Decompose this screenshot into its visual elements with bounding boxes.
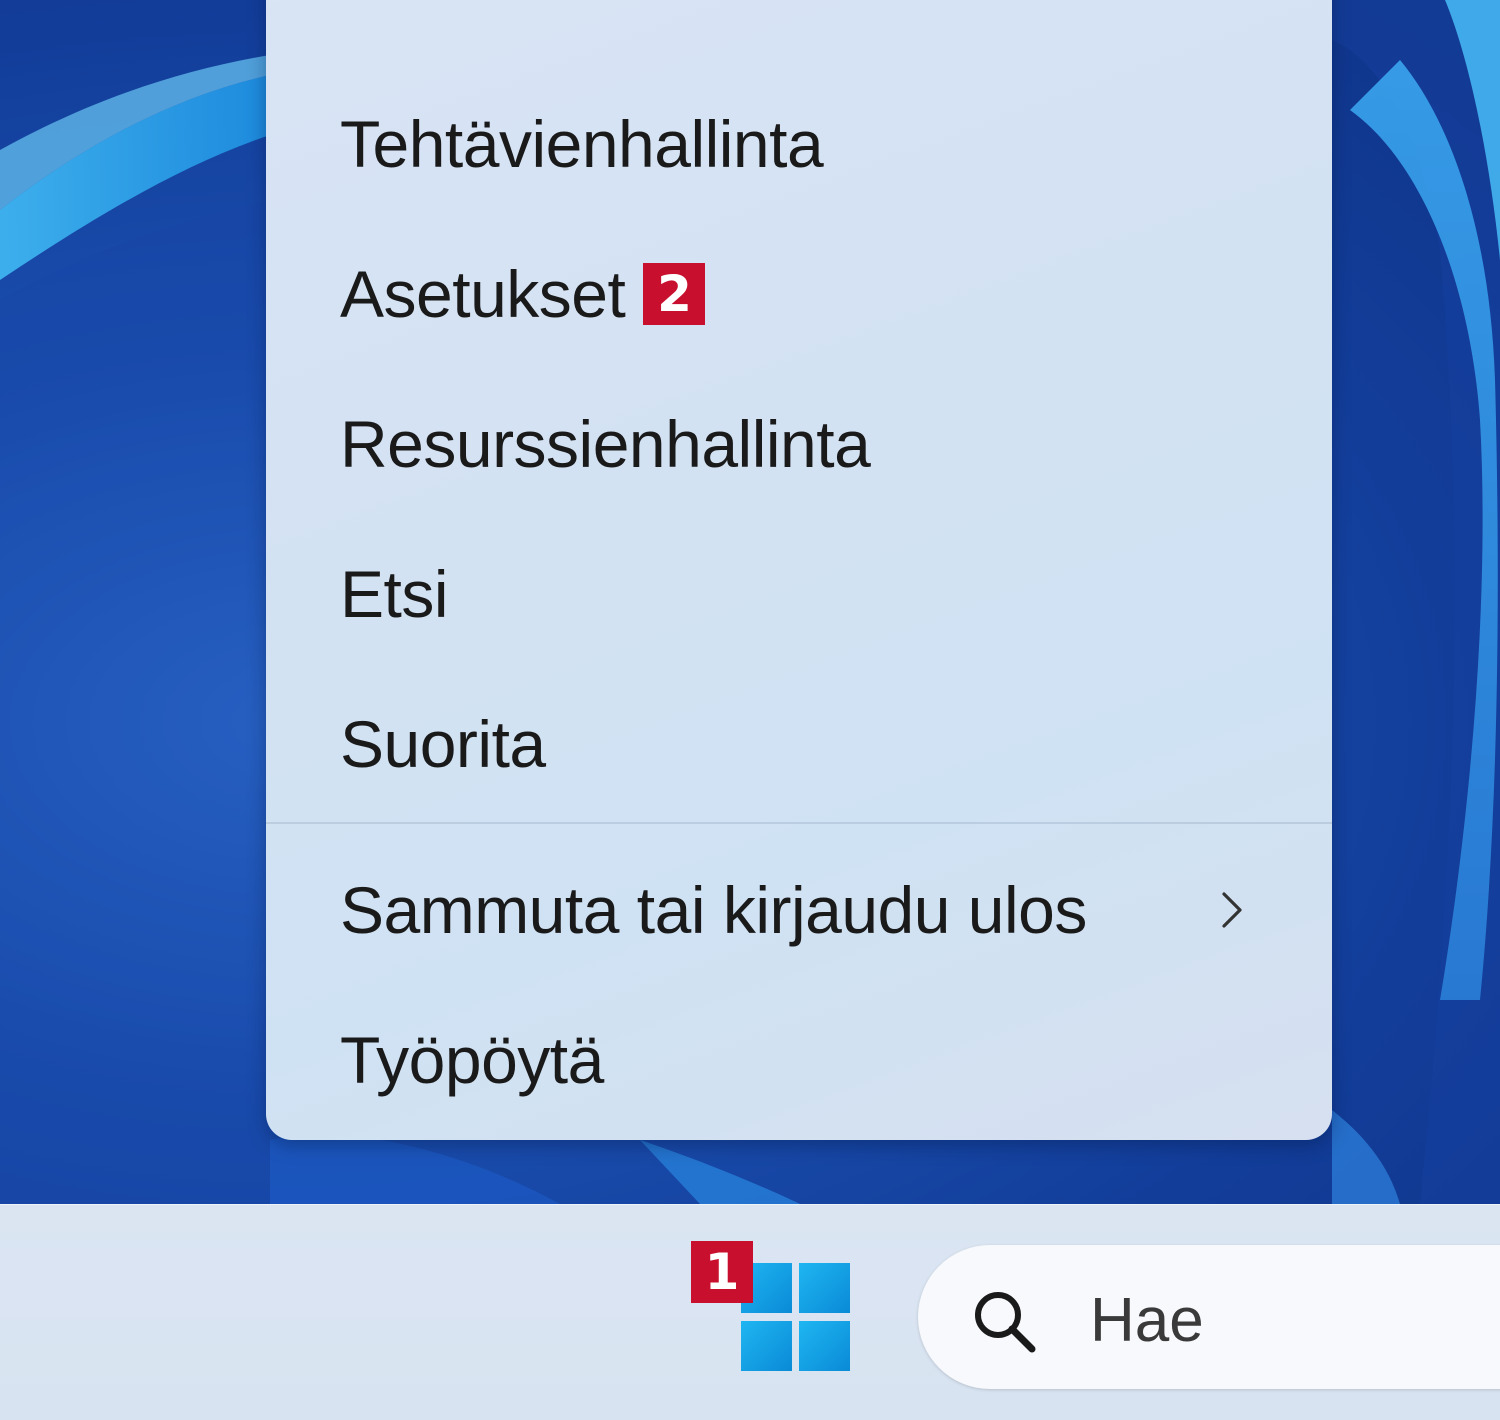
search-icon bbox=[975, 1292, 1036, 1353]
menu-item-label: Suorita bbox=[340, 707, 546, 781]
menu-item-desktop[interactable]: Työpöytä bbox=[266, 1010, 1332, 1110]
step-badge-1: 1 bbox=[691, 1241, 753, 1303]
menu-item-run[interactable]: Suorita bbox=[266, 694, 1332, 794]
taskbar: 1 Hae bbox=[0, 1204, 1500, 1420]
step-badge-2: 2 bbox=[643, 263, 706, 325]
start-context-menu: Tehtävienhallinta Asetukset 2 Resurssien… bbox=[266, 0, 1332, 1140]
taskbar-search-box[interactable]: Hae bbox=[918, 1245, 1500, 1389]
menu-item-label: Asetukset bbox=[340, 257, 626, 331]
windows-logo-tile bbox=[799, 1321, 850, 1371]
chevron-right-icon bbox=[1222, 892, 1242, 928]
menu-item-shutdown-signout[interactable]: Sammuta tai kirjaudu ulos bbox=[266, 860, 1332, 960]
menu-item-file-explorer[interactable]: Resurssienhallinta bbox=[266, 394, 1332, 494]
menu-item-label: Etsi bbox=[340, 557, 449, 631]
windows-logo-tile bbox=[799, 1263, 850, 1313]
search-placeholder: Hae bbox=[1090, 1286, 1204, 1355]
menu-item-settings[interactable]: Asetukset 2 bbox=[266, 244, 1332, 344]
windows-logo-tile bbox=[741, 1321, 792, 1371]
menu-item-label: Työpöytä bbox=[340, 1023, 604, 1097]
menu-item-search[interactable]: Etsi bbox=[266, 544, 1332, 644]
start-button[interactable] bbox=[741, 1263, 851, 1371]
menu-item-label: Resurssienhallinta bbox=[340, 407, 871, 481]
menu-item-task-manager[interactable]: Tehtävienhallinta bbox=[266, 94, 1332, 194]
menu-separator bbox=[266, 822, 1332, 824]
menu-item-label: Sammuta tai kirjaudu ulos bbox=[340, 873, 1087, 947]
menu-item-label: Tehtävienhallinta bbox=[340, 107, 824, 181]
